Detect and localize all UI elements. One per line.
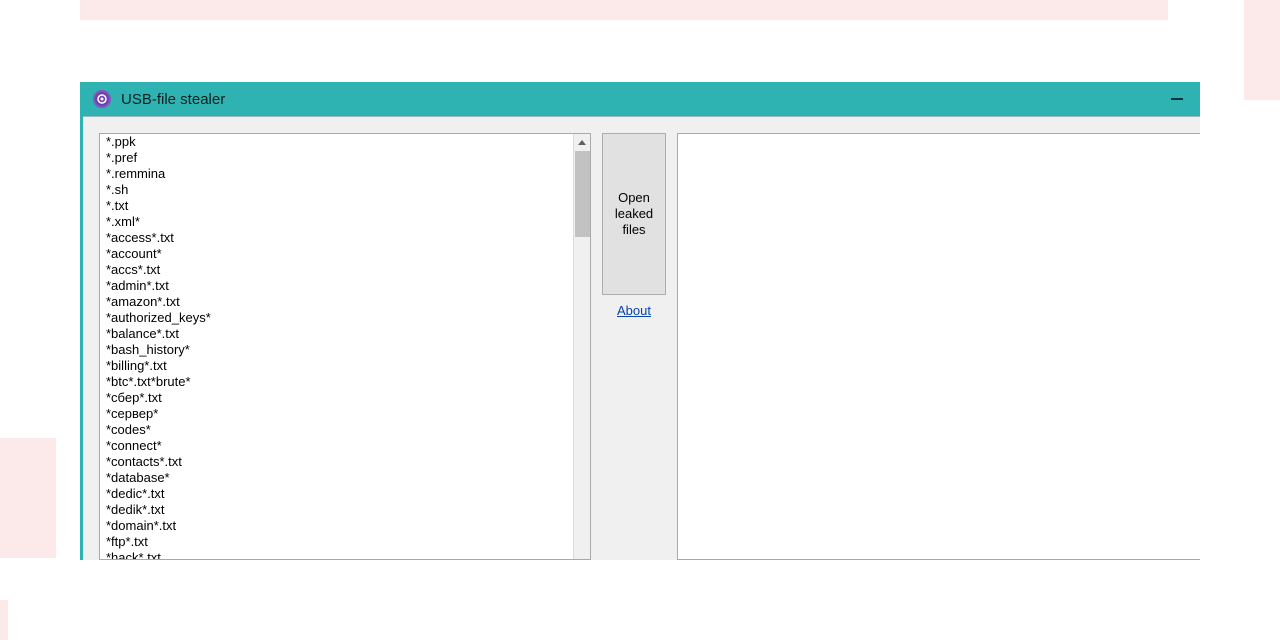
list-item[interactable]: *contacts*.txt xyxy=(106,454,572,470)
list-item[interactable]: *dedik*.txt xyxy=(106,502,572,518)
list-item[interactable]: *hack*.txt xyxy=(106,550,572,559)
minimize-button[interactable] xyxy=(1160,82,1194,116)
list-item[interactable]: *.txt xyxy=(106,198,572,214)
window-title: USB-file stealer xyxy=(121,91,225,108)
list-item[interactable]: *btc*.txt*brute* xyxy=(106,374,572,390)
list-item[interactable]: *admin*.txt xyxy=(106,278,572,294)
list-item[interactable]: *dedic*.txt xyxy=(106,486,572,502)
scroll-up-button[interactable] xyxy=(574,134,590,151)
list-item[interactable]: *account* xyxy=(106,246,572,262)
list-item[interactable]: *domain*.txt xyxy=(106,518,572,534)
app-icon xyxy=(93,90,111,108)
pattern-list-content: *.ppk*.pref*.remmina*.sh*.txt*.xml**acce… xyxy=(106,134,572,559)
list-item[interactable]: *сервер* xyxy=(106,406,572,422)
list-item[interactable]: *.sh xyxy=(106,182,572,198)
background-decoration xyxy=(0,600,8,640)
list-item[interactable]: *сбер*.txt xyxy=(106,390,572,406)
center-column: Open leaked files About xyxy=(601,133,667,560)
list-item[interactable]: *.ppk xyxy=(106,134,572,150)
list-item[interactable]: *.pref xyxy=(106,150,572,166)
list-item[interactable]: *ftp*.txt xyxy=(106,534,572,550)
list-item[interactable]: *billing*.txt xyxy=(106,358,572,374)
list-item[interactable]: *.remmina xyxy=(106,166,572,182)
pattern-listbox[interactable]: *.ppk*.pref*.remmina*.sh*.txt*.xml**acce… xyxy=(99,133,591,560)
list-item[interactable]: *database* xyxy=(106,470,572,486)
scroll-thumb[interactable] xyxy=(575,151,590,237)
about-link[interactable]: About xyxy=(617,303,651,318)
list-item[interactable]: *balance*.txt xyxy=(106,326,572,342)
app-window: USB-file stealer *.ppk*.pref*.remmina*.s… xyxy=(80,82,1200,560)
list-item[interactable]: *bash_history* xyxy=(106,342,572,358)
background-decoration xyxy=(1244,0,1280,100)
list-item[interactable]: *access*.txt xyxy=(106,230,572,246)
client-area: *.ppk*.pref*.remmina*.sh*.txt*.xml**acce… xyxy=(83,116,1200,560)
scrollbar[interactable] xyxy=(573,134,590,559)
background-decoration xyxy=(80,0,1168,20)
minimize-icon xyxy=(1171,98,1183,100)
list-item[interactable]: *codes* xyxy=(106,422,572,438)
titlebar[interactable]: USB-file stealer xyxy=(83,82,1200,116)
list-item[interactable]: *authorized_keys* xyxy=(106,310,572,326)
list-item[interactable]: *accs*.txt xyxy=(106,262,572,278)
list-item[interactable]: *amazon*.txt xyxy=(106,294,572,310)
background-decoration xyxy=(0,438,56,558)
list-item[interactable]: *connect* xyxy=(106,438,572,454)
open-leaked-files-button[interactable]: Open leaked files xyxy=(602,133,666,295)
output-panel[interactable] xyxy=(677,133,1200,560)
list-item[interactable]: *.xml* xyxy=(106,214,572,230)
